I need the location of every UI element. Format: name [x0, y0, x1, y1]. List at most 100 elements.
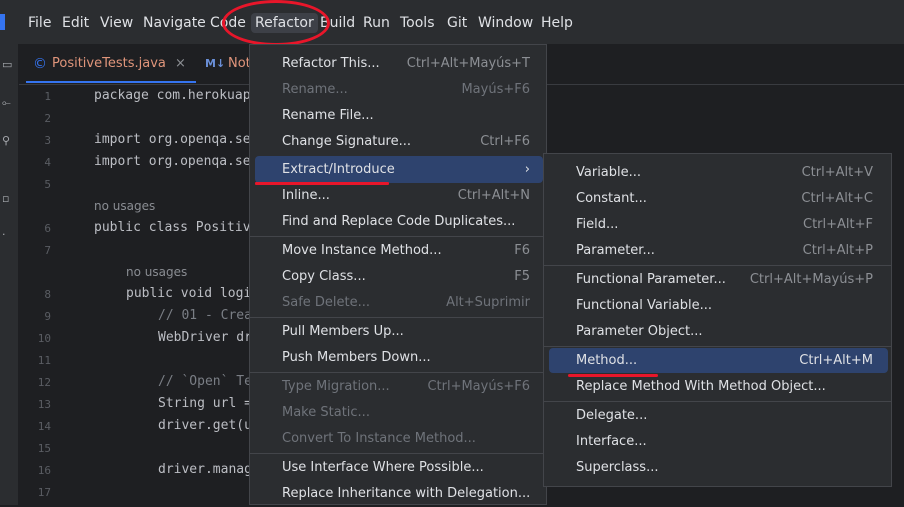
more-tools-icon[interactable]: ·: [2, 229, 12, 240]
menu-item-copy-class[interactable]: Copy Class... F5: [282, 264, 530, 290]
menu-item-label: Extract/Introduce: [282, 162, 395, 177]
refactor-dropdown-menu: Refactor This... Ctrl+Alt+Mayús+T Rename.…: [249, 44, 547, 505]
menu-separator: [250, 372, 546, 373]
menu-item-label: Move Instance Method...: [282, 243, 442, 258]
line-number: 3: [44, 134, 51, 147]
menu-view[interactable]: View: [100, 13, 133, 33]
menu-item-extract-introduce[interactable]: Extract/Introduce ›: [282, 157, 530, 183]
menu-item-shortcut: F6: [514, 243, 530, 258]
menu-item-label: Replace Method With Method Object...: [576, 379, 826, 394]
refactor-highlight-annotation: [222, 0, 330, 46]
code-line: driver.manag: [158, 462, 252, 477]
line-number: 5: [44, 178, 51, 191]
menu-item-rename-file[interactable]: Rename File...: [282, 103, 530, 129]
submenu-item-functional-parameter[interactable]: Functional Parameter... Ctrl+Alt+Mayús+P: [576, 267, 873, 293]
menu-item-make-static[interactable]: Make Static...: [282, 400, 530, 426]
submenu-item-constant[interactable]: Constant... Ctrl+Alt+C: [576, 186, 873, 212]
line-number: 15: [37, 442, 51, 455]
code-line: WebDriver dr: [158, 330, 252, 345]
menu-item-shortcut: Alt+Suprimir: [446, 295, 530, 310]
menu-help[interactable]: Help: [541, 13, 573, 33]
menu-item-label: Make Static...: [282, 405, 370, 420]
line-number: 1: [44, 90, 51, 103]
submenu-item-interface[interactable]: Interface...: [576, 429, 873, 455]
menu-item-label: Parameter Object...: [576, 324, 703, 339]
menu-item-shortcut: Ctrl+Alt+F: [803, 217, 873, 232]
submenu-item-field[interactable]: Field... Ctrl+Alt+F: [576, 212, 873, 238]
app-logo-icon[interactable]: [0, 14, 5, 30]
menu-item-replace-inheritance-delegation[interactable]: Replace Inheritance with Delegation...: [282, 481, 530, 507]
menu-item-convert-to-instance-method[interactable]: Convert To Instance Method...: [282, 426, 530, 452]
menu-item-shortcut: Ctrl+Alt+P: [802, 243, 873, 258]
code-comment: // 01 - Crea: [158, 308, 252, 323]
menu-item-inline[interactable]: Inline... Ctrl+Alt+N: [282, 183, 530, 209]
submenu-item-variable[interactable]: Variable... Ctrl+Alt+V: [576, 160, 873, 186]
submenu-item-delegate[interactable]: Delegate...: [576, 403, 873, 429]
menu-item-refactor-this[interactable]: Refactor This... Ctrl+Alt+Mayús+T: [282, 51, 530, 77]
project-icon[interactable]: ▭: [2, 59, 12, 70]
menu-separator: [544, 265, 891, 266]
menu-item-label: Rename...: [282, 82, 348, 97]
menu-item-shortcut: Ctrl+Alt+C: [801, 191, 873, 206]
menu-separator: [250, 236, 546, 237]
menu-item-label: Replace Inheritance with Delegation...: [282, 486, 531, 501]
extract-introduce-submenu: Variable... Ctrl+Alt+V Constant... Ctrl+Al…: [543, 153, 892, 487]
menu-item-label: Type Migration...: [282, 379, 390, 394]
code-line: driver.get(u: [158, 418, 252, 433]
menu-item-label: Find and Replace Code Duplicates...: [282, 214, 516, 229]
menu-item-safe-delete[interactable]: Safe Delete... Alt+Suprimir: [282, 290, 530, 316]
menu-git[interactable]: Git: [447, 13, 467, 33]
menu-item-move-instance-method[interactable]: Move Instance Method... F6: [282, 238, 530, 264]
submenu-item-method[interactable]: Method... Ctrl+Alt+M: [576, 348, 873, 374]
menu-separator: [544, 346, 891, 347]
menu-tools[interactable]: Tools: [400, 13, 435, 33]
menu-item-label: Copy Class...: [282, 269, 366, 284]
submenu-item-functional-variable[interactable]: Functional Variable...: [576, 293, 873, 319]
submenu-item-superclass[interactable]: Superclass...: [576, 455, 873, 481]
menu-item-change-signature[interactable]: Change Signature... Ctrl+F6: [282, 129, 530, 155]
menu-item-use-interface-where-possible[interactable]: Use Interface Where Possible...: [282, 455, 530, 481]
menu-item-shortcut: Mayús+F6: [461, 82, 530, 97]
menu-item-push-members-down[interactable]: Push Members Down...: [282, 345, 530, 371]
menu-item-label: Inline...: [282, 188, 330, 203]
bookmarks-icon[interactable]: ▫: [2, 193, 12, 204]
menu-item-pull-members-up[interactable]: Pull Members Up...: [282, 319, 530, 345]
line-number: 9: [44, 310, 51, 323]
menu-item-label: Field...: [576, 217, 619, 232]
tab-close-icon[interactable]: ×: [175, 56, 186, 72]
submenu-item-replace-method-object[interactable]: Replace Method With Method Object...: [576, 374, 873, 400]
line-number: 10: [37, 332, 51, 345]
active-tab-indicator: [26, 81, 196, 83]
menu-item-shortcut: Ctrl+Alt+Mayús+T: [406, 56, 530, 71]
menu-item-rename[interactable]: Rename... Mayús+F6: [282, 77, 530, 103]
usages-hint[interactable]: no usages: [94, 199, 155, 213]
menu-window[interactable]: Window: [478, 13, 533, 33]
menu-item-label: Parameter...: [576, 243, 655, 258]
main-menubar: File Edit View Navigate Code Refactor Bu…: [0, 0, 904, 44]
menu-item-type-migration[interactable]: Type Migration... Ctrl+Mayús+F6: [282, 374, 530, 400]
menu-run[interactable]: Run: [363, 13, 390, 33]
code-line: public class Positiv: [94, 220, 251, 235]
menu-item-label: Delegate...: [576, 408, 648, 423]
menu-separator: [544, 401, 891, 402]
menu-navigate[interactable]: Navigate: [143, 13, 206, 33]
code-comment: // `Open` Te: [158, 374, 252, 389]
menu-item-shortcut: F5: [514, 269, 530, 284]
submenu-item-parameter[interactable]: Parameter... Ctrl+Alt+P: [576, 238, 873, 264]
line-number-gutter: 1 2 3 4 5 6 7 8 9 10 11 12 13 14 15 16 1…: [19, 85, 79, 505]
usages-hint[interactable]: no usages: [126, 265, 187, 279]
menu-edit[interactable]: Edit: [62, 13, 89, 33]
structure-icon[interactable]: ⚲: [2, 135, 12, 146]
markdown-icon: M↓: [205, 57, 226, 70]
commit-icon[interactable]: ⟜: [2, 97, 12, 108]
menu-item-label: Method...: [576, 353, 638, 368]
menu-item-label: Rename File...: [282, 108, 374, 123]
tab-positive-tests[interactable]: PositiveTests.java: [52, 56, 166, 72]
line-number: 11: [37, 354, 51, 367]
menu-file[interactable]: File: [28, 13, 51, 33]
tab-notes[interactable]: Not: [228, 56, 251, 72]
menu-item-find-replace-duplicates[interactable]: Find and Replace Code Duplicates...: [282, 209, 530, 235]
menu-item-label: Interface...: [576, 434, 647, 449]
submenu-item-parameter-object[interactable]: Parameter Object...: [576, 319, 873, 345]
menu-item-label: Use Interface Where Possible...: [282, 460, 484, 475]
